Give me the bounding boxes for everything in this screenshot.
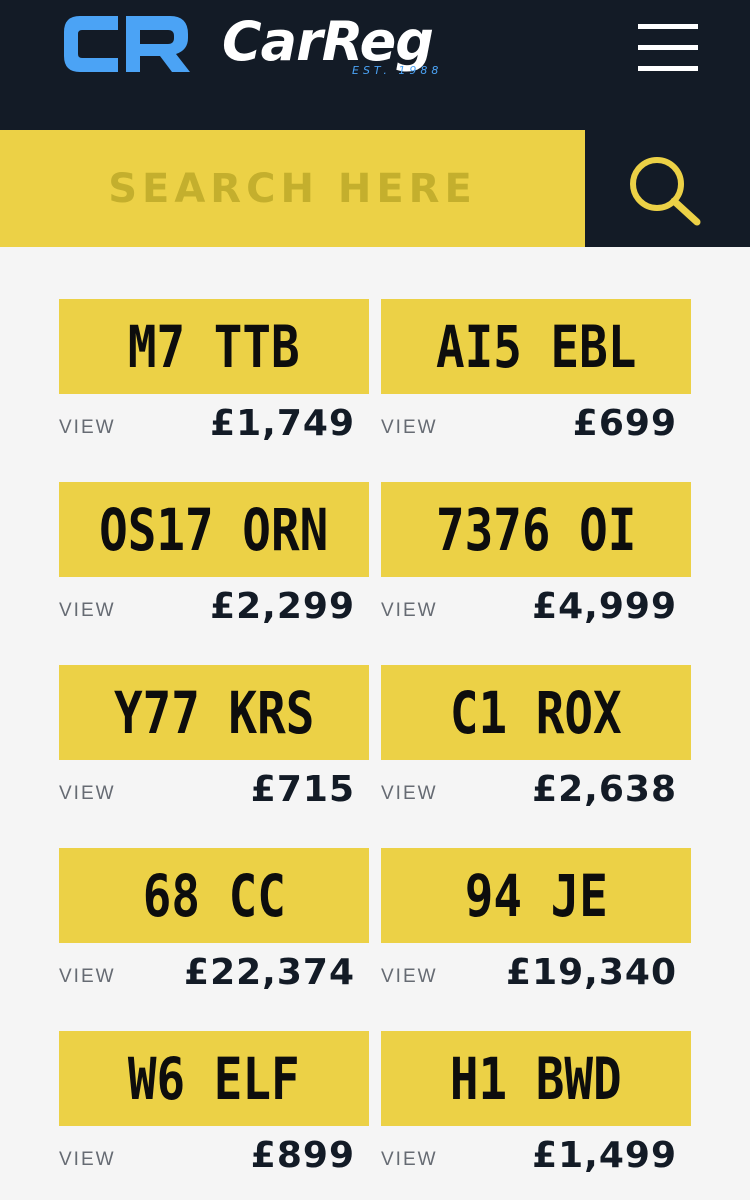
- plate-card: 7376 OI VIEW £4,999: [381, 482, 691, 642]
- plate-price: £2,638: [532, 769, 677, 810]
- plate-price: £715: [250, 769, 355, 810]
- plate-registration: H1 BWD: [450, 1044, 622, 1113]
- plate-price: £899: [250, 1135, 355, 1176]
- plate-price: £4,999: [532, 586, 677, 627]
- plate-card: M7 TTB VIEW £1,749: [59, 299, 369, 459]
- plate-registration: M7 TTB: [128, 312, 300, 381]
- search-input[interactable]: [0, 130, 585, 247]
- plate-price: £2,299: [210, 586, 355, 627]
- view-link[interactable]: VIEW: [381, 600, 438, 622]
- plate-price: £19,340: [506, 952, 677, 993]
- number-plate[interactable]: AI5 EBL: [381, 299, 691, 394]
- plate-registration: W6 ELF: [128, 1044, 300, 1113]
- plate-card: Y77 KRS VIEW £715: [59, 665, 369, 825]
- number-plate[interactable]: Y77 KRS: [59, 665, 369, 760]
- plate-card: W6 ELF VIEW £899: [59, 1031, 369, 1191]
- view-link[interactable]: VIEW: [59, 417, 116, 439]
- plate-price: £22,374: [184, 952, 355, 993]
- number-plate[interactable]: C1 ROX: [381, 665, 691, 760]
- plate-card: 68 CC VIEW £22,374: [59, 848, 369, 1008]
- plate-registration: 68 CC: [142, 861, 286, 930]
- view-link[interactable]: VIEW: [59, 1149, 116, 1171]
- number-plate[interactable]: 68 CC: [59, 848, 369, 943]
- plate-registration: 94 JE: [464, 861, 608, 930]
- plate-card: 94 JE VIEW £19,340: [381, 848, 691, 1008]
- plate-registration: C1 ROX: [450, 678, 622, 747]
- plate-card: C1 ROX VIEW £2,638: [381, 665, 691, 825]
- number-plate[interactable]: 7376 OI: [381, 482, 691, 577]
- view-link[interactable]: VIEW: [59, 783, 116, 805]
- search-icon: [630, 157, 701, 226]
- number-plate[interactable]: OS17 ORN: [59, 482, 369, 577]
- plate-price: £1,499: [532, 1135, 677, 1176]
- plate-price: £699: [572, 403, 677, 444]
- plate-card: AI5 EBL VIEW £699: [381, 299, 691, 459]
- plate-registration: OS17 ORN: [99, 495, 329, 564]
- hamburger-menu-icon[interactable]: [632, 18, 702, 78]
- search-bar: [0, 130, 585, 247]
- view-link[interactable]: VIEW: [381, 783, 438, 805]
- search-button[interactable]: [585, 130, 750, 247]
- plate-registration: AI5 EBL: [435, 312, 637, 381]
- logo-tagline: EST. 1988: [352, 64, 443, 77]
- plate-registration: Y77 KRS: [113, 678, 315, 747]
- view-link[interactable]: VIEW: [59, 600, 116, 622]
- carreg-logo-icon[interactable]: [60, 12, 192, 76]
- number-plate[interactable]: 94 JE: [381, 848, 691, 943]
- plate-listing-grid: M7 TTB VIEW £1,749 AI5 EBL VIEW £699 OS1…: [0, 247, 750, 1200]
- view-link[interactable]: VIEW: [381, 417, 438, 439]
- plate-registration: 7376 OI: [435, 495, 637, 564]
- number-plate[interactable]: M7 TTB: [59, 299, 369, 394]
- site-header: CarReg EST. 1988: [0, 0, 750, 130]
- view-link[interactable]: VIEW: [59, 966, 116, 988]
- plate-price: £1,749: [210, 403, 355, 444]
- plate-card: H1 BWD VIEW £1,499: [381, 1031, 691, 1191]
- plate-card: OS17 ORN VIEW £2,299: [59, 482, 369, 642]
- view-link[interactable]: VIEW: [381, 966, 438, 988]
- view-link[interactable]: VIEW: [381, 1149, 438, 1171]
- number-plate[interactable]: H1 BWD: [381, 1031, 691, 1126]
- number-plate[interactable]: W6 ELF: [59, 1031, 369, 1126]
